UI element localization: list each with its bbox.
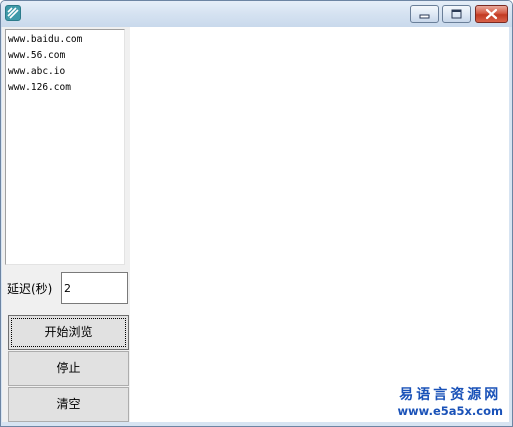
clear-button[interactable]: 清空	[8, 387, 129, 422]
minimize-icon	[419, 14, 430, 19]
app-window: www.baidu.com www.56.com www.abc.io www.…	[0, 0, 513, 427]
close-icon	[485, 8, 498, 20]
delay-label: 延迟(秒)	[7, 282, 53, 296]
watermark-url: www.e5a5x.com	[397, 404, 503, 418]
maximize-icon	[451, 9, 462, 19]
delay-input[interactable]	[61, 272, 128, 304]
watermark: 易语言资源网 www.e5a5x.com	[397, 386, 503, 418]
minimize-button[interactable]	[410, 5, 439, 23]
client-area: www.baidu.com www.56.com www.abc.io www.…	[2, 27, 509, 422]
list-item[interactable]: www.56.com	[8, 48, 65, 64]
close-button[interactable]	[475, 5, 508, 23]
watermark-title: 易语言资源网	[399, 387, 502, 403]
start-browse-button[interactable]: 开始浏览	[8, 315, 129, 350]
list-item[interactable]: www.126.com	[8, 80, 71, 96]
list-item[interactable]: www.abc.io	[8, 64, 65, 80]
list-item[interactable]: www.baidu.com	[8, 32, 82, 48]
title-bar[interactable]	[1, 1, 512, 27]
app-icon[interactable]	[5, 5, 21, 21]
url-list[interactable]: www.baidu.com www.56.com www.abc.io www.…	[5, 29, 125, 265]
maximize-button[interactable]	[442, 5, 471, 23]
stop-button[interactable]: 停止	[8, 351, 129, 386]
browser-view[interactable]: 易语言资源网 www.e5a5x.com	[130, 27, 509, 422]
